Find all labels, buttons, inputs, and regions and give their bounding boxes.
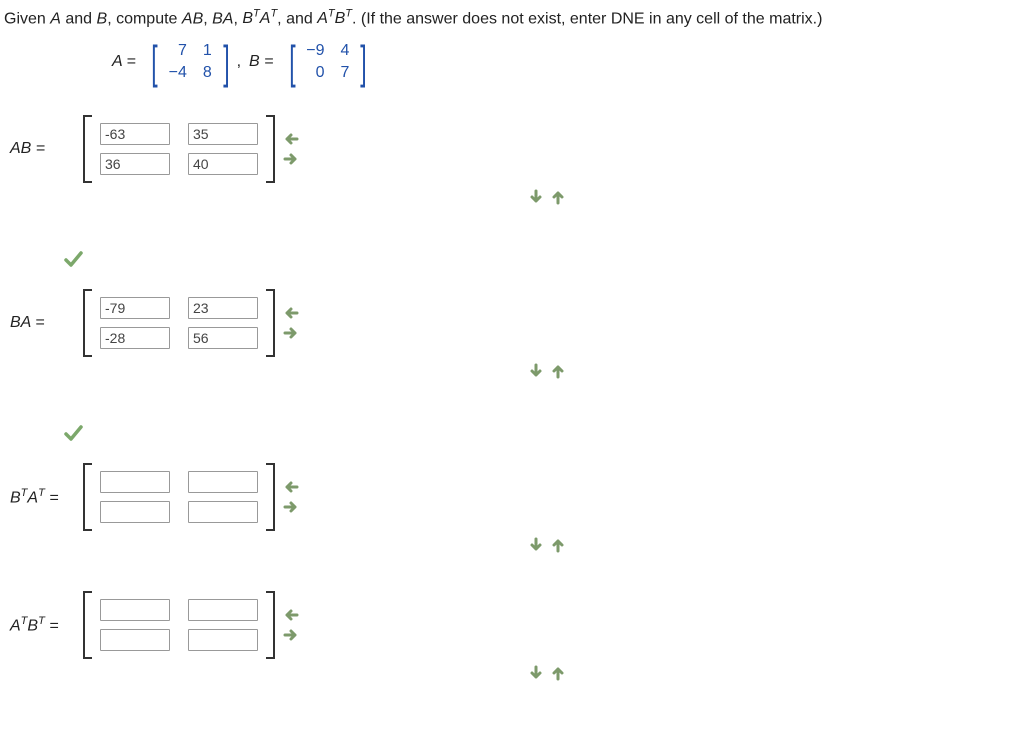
input-AB-00[interactable]: [100, 123, 170, 145]
question-text: Given A and B, compute AB, BA, BTAT, and…: [4, 8, 1020, 28]
text: and: [61, 10, 97, 27]
cols-decrease-icon[interactable]: [282, 304, 300, 322]
matrix-A-label: A =: [112, 53, 136, 71]
rows-decrease-icon[interactable]: [549, 536, 567, 554]
matrix-input-BTAT: [82, 462, 276, 532]
bracket-left-icon: [82, 462, 94, 532]
B-11: 7: [333, 62, 358, 84]
input-AB-11[interactable]: [188, 153, 258, 175]
matrix-A: [ 71 −48 ]: [148, 40, 233, 84]
cols-increase-icon[interactable]: [282, 150, 300, 168]
input-ATBT-11[interactable]: [188, 629, 258, 651]
input-BA-01[interactable]: [188, 297, 258, 319]
expr-ATBT: ATBT: [317, 10, 352, 27]
input-BA-11[interactable]: [188, 327, 258, 349]
input-BA-00[interactable]: [100, 297, 170, 319]
row-ATBT: ATBT =: [10, 590, 1020, 660]
text: , compute: [107, 10, 182, 27]
expr-AB: AB: [182, 10, 203, 27]
cols-increase-icon[interactable]: [282, 626, 300, 644]
input-BTAT-10[interactable]: [100, 501, 170, 523]
bracket-right-icon: [264, 288, 276, 358]
label-AB: AB =: [10, 140, 82, 158]
row-BA: BA =: [10, 288, 1020, 358]
correct-check-icon: [64, 424, 1020, 442]
var-A: A: [50, 10, 61, 27]
input-BTAT-11[interactable]: [188, 501, 258, 523]
B-01: 4: [333, 40, 358, 62]
matrix-B-label: B =: [249, 53, 273, 71]
row-AB: AB =: [10, 114, 1020, 184]
text: . (If the answer does not exist, enter D…: [352, 10, 822, 27]
input-ATBT-00[interactable]: [100, 599, 170, 621]
bracket-right-icon: [264, 114, 276, 184]
text: ,: [203, 10, 212, 27]
matrix-B: [ −94 07 ]: [286, 40, 371, 84]
rows-decrease-icon[interactable]: [549, 188, 567, 206]
row-BTAT: BTAT =: [10, 462, 1020, 532]
matrix-definitions: A = [ 71 −48 ] , B = [ −94 07 ]: [104, 40, 1020, 84]
bracket-right-icon: [264, 590, 276, 660]
B-00: −9: [298, 40, 332, 62]
input-BTAT-00[interactable]: [100, 471, 170, 493]
label-ATBT: ATBT =: [10, 615, 82, 635]
rows-decrease-icon[interactable]: [549, 362, 567, 380]
cols-decrease-icon[interactable]: [282, 478, 300, 496]
rows-increase-icon[interactable]: [527, 188, 545, 206]
A-10: −4: [161, 62, 195, 84]
A-00: 7: [161, 40, 195, 62]
expr-BA: BA: [212, 10, 233, 27]
cols-decrease-icon[interactable]: [282, 606, 300, 624]
text: Given: [4, 10, 50, 27]
matrix-input-BA: [82, 288, 276, 358]
A-01: 1: [195, 40, 220, 62]
input-BA-10[interactable]: [100, 327, 170, 349]
label-BTAT: BTAT =: [10, 487, 82, 507]
expr-BTAT: BTAT: [242, 10, 277, 27]
A-11: 8: [195, 62, 220, 84]
comma: ,: [237, 53, 241, 71]
var-B: B: [97, 10, 108, 27]
rows-increase-icon[interactable]: [527, 664, 545, 682]
rows-increase-icon[interactable]: [527, 536, 545, 554]
matrix-input-ATBT: [82, 590, 276, 660]
cols-decrease-icon[interactable]: [282, 130, 300, 148]
rows-decrease-icon[interactable]: [549, 664, 567, 682]
matrix-input-AB: [82, 114, 276, 184]
input-AB-01[interactable]: [188, 123, 258, 145]
rows-increase-icon[interactable]: [527, 362, 545, 380]
bracket-left-icon: [82, 288, 94, 358]
label-BA: BA =: [10, 314, 82, 332]
bracket-left-icon: [82, 114, 94, 184]
cols-increase-icon[interactable]: [282, 324, 300, 342]
correct-check-icon: [64, 250, 1020, 268]
text: , and: [277, 10, 317, 27]
bracket-left-icon: [82, 590, 94, 660]
bracket-right-icon: [264, 462, 276, 532]
input-BTAT-01[interactable]: [188, 471, 258, 493]
input-ATBT-01[interactable]: [188, 599, 258, 621]
input-ATBT-10[interactable]: [100, 629, 170, 651]
B-10: 0: [298, 62, 332, 84]
input-AB-10[interactable]: [100, 153, 170, 175]
cols-increase-icon[interactable]: [282, 498, 300, 516]
